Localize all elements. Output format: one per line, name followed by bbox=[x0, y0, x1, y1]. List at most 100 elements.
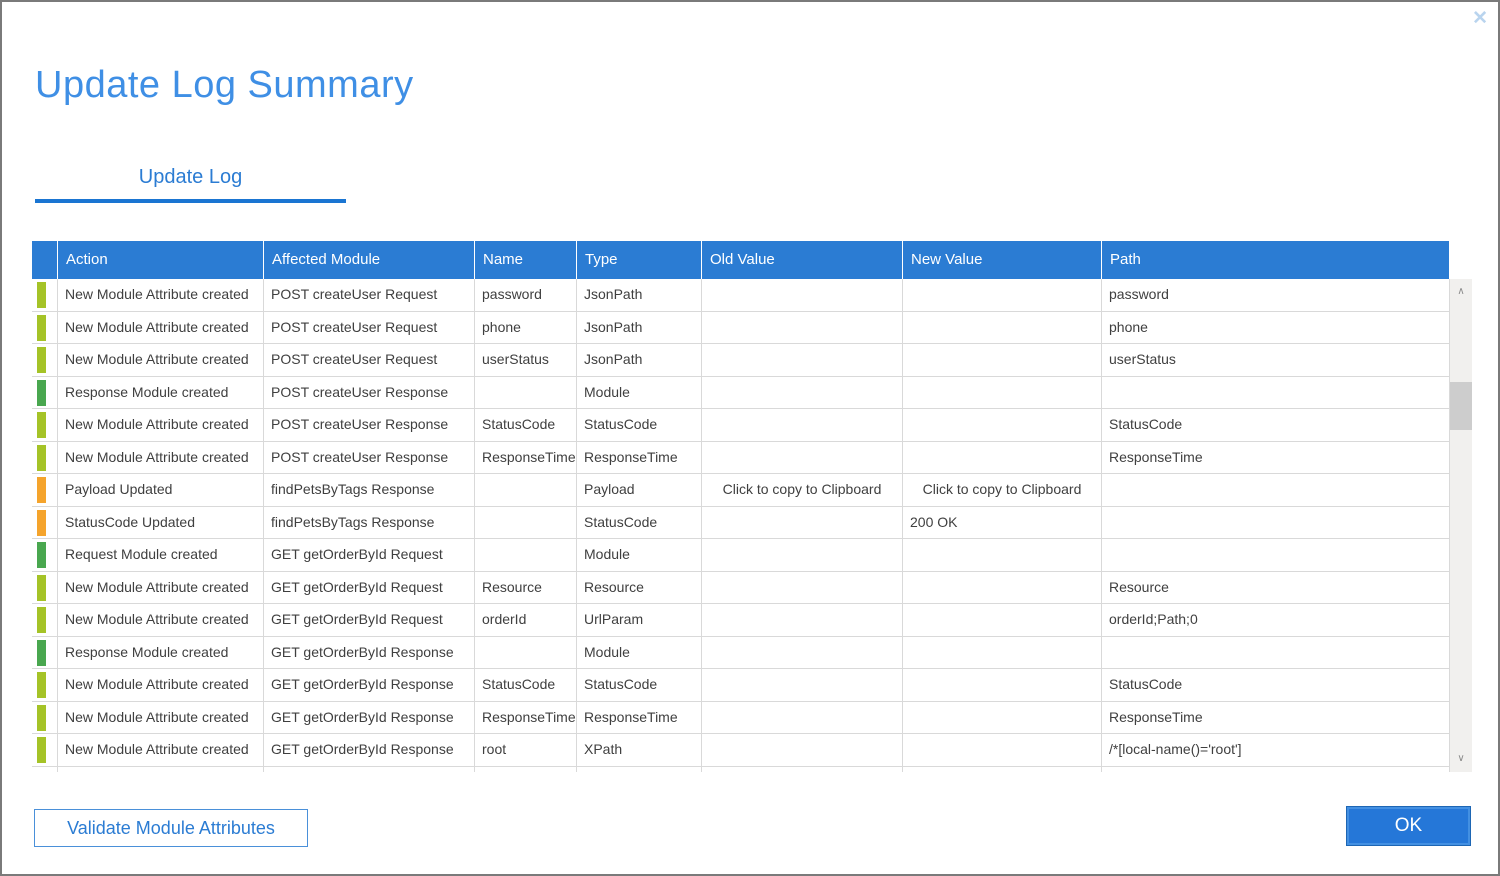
row-status-indicator bbox=[32, 312, 58, 345]
page-title: Update Log Summary bbox=[35, 64, 414, 107]
cell-module: GET getOrderById Request bbox=[264, 572, 475, 605]
yellow-green-indicator-bar bbox=[37, 737, 46, 763]
cell-path: userStatus bbox=[1102, 344, 1450, 377]
table-row: New Module Attribute createdPOST createU… bbox=[32, 279, 1450, 312]
scroll-down-icon[interactable]: ∨ bbox=[1450, 748, 1472, 770]
cell-type: JsonPath bbox=[577, 279, 702, 312]
tab-update-log[interactable]: Update Log bbox=[35, 160, 346, 203]
ok-button[interactable]: OK bbox=[1347, 807, 1470, 845]
cell-old bbox=[702, 344, 903, 377]
table-row bbox=[32, 767, 1450, 773]
cell-action: New Module Attribute created bbox=[58, 312, 264, 345]
cell-old bbox=[702, 279, 903, 312]
green-indicator-bar bbox=[37, 380, 46, 406]
column-header-path: Path bbox=[1102, 241, 1450, 279]
table-row: Payload UpdatedfindPetsByTags ResponsePa… bbox=[32, 474, 1450, 507]
table-row: New Module Attribute createdPOST createU… bbox=[32, 409, 1450, 442]
cell-path bbox=[1102, 539, 1450, 572]
row-status-indicator bbox=[32, 604, 58, 637]
cell-action: Response Module created bbox=[58, 377, 264, 410]
cell-type: UrlParam bbox=[577, 604, 702, 637]
row-status-indicator bbox=[32, 279, 58, 312]
cell-action: New Module Attribute created bbox=[58, 572, 264, 605]
cell-module: findPetsByTags Response bbox=[264, 474, 475, 507]
yellow-green-indicator-bar bbox=[37, 445, 46, 471]
validate-module-attributes-button[interactable]: Validate Module Attributes bbox=[34, 809, 308, 847]
cell-new bbox=[903, 409, 1102, 442]
table-row: New Module Attribute createdPOST createU… bbox=[32, 312, 1450, 345]
cell-action: New Module Attribute created bbox=[58, 702, 264, 735]
yellow-green-indicator-bar bbox=[37, 412, 46, 438]
cell-old[interactable]: Click to copy to Clipboard bbox=[702, 474, 903, 507]
yellow-green-indicator-bar bbox=[37, 575, 46, 601]
table-row: New Module Attribute createdPOST createU… bbox=[32, 344, 1450, 377]
cell-path bbox=[1102, 377, 1450, 410]
row-status-indicator bbox=[32, 539, 58, 572]
cell-new bbox=[903, 572, 1102, 605]
table-row: New Module Attribute createdGET getOrder… bbox=[32, 604, 1450, 637]
table-row: Request Module createdGET getOrderById R… bbox=[32, 539, 1450, 572]
cell-module: POST createUser Response bbox=[264, 409, 475, 442]
cell-new: 200 OK bbox=[903, 507, 1102, 540]
column-header-affected-module: Affected Module bbox=[264, 241, 475, 279]
cell-name: StatusCode bbox=[475, 669, 577, 702]
row-status-indicator bbox=[32, 409, 58, 442]
green-indicator-bar bbox=[37, 640, 46, 666]
cell-old bbox=[702, 604, 903, 637]
cell-name: ResponseTime bbox=[475, 442, 577, 475]
cell-name: password bbox=[475, 279, 577, 312]
cell-old bbox=[702, 377, 903, 410]
table-row: New Module Attribute createdPOST createU… bbox=[32, 442, 1450, 475]
cell-old bbox=[702, 409, 903, 442]
cell-name bbox=[475, 767, 577, 773]
cell-new bbox=[903, 344, 1102, 377]
tab-active-underline bbox=[35, 199, 346, 203]
cell-old bbox=[702, 669, 903, 702]
cell-action: New Module Attribute created bbox=[58, 604, 264, 637]
cell-new bbox=[903, 637, 1102, 670]
cell-path: StatusCode bbox=[1102, 669, 1450, 702]
cell-new bbox=[903, 377, 1102, 410]
cell-old bbox=[702, 637, 903, 670]
table-row: New Module Attribute createdGET getOrder… bbox=[32, 734, 1450, 767]
scrollbar-thumb[interactable] bbox=[1450, 382, 1472, 430]
update-log-table: Action Affected Module Name Type Old Val… bbox=[32, 241, 1472, 772]
cell-path bbox=[1102, 474, 1450, 507]
cell-module: GET getOrderById Request bbox=[264, 539, 475, 572]
cell-new bbox=[903, 604, 1102, 637]
cell-old bbox=[702, 767, 903, 773]
row-status-indicator bbox=[32, 377, 58, 410]
table-row: Response Module createdPOST createUser R… bbox=[32, 377, 1450, 410]
table-row: New Module Attribute createdGET getOrder… bbox=[32, 572, 1450, 605]
column-header-old-value: Old Value bbox=[702, 241, 903, 279]
cell-new[interactable]: Click to copy to Clipboard bbox=[903, 474, 1102, 507]
cell-module: GET getOrderById Response bbox=[264, 637, 475, 670]
cell-old bbox=[702, 442, 903, 475]
row-status-indicator bbox=[32, 767, 58, 773]
cell-path: password bbox=[1102, 279, 1450, 312]
cell-name: orderId bbox=[475, 604, 577, 637]
column-header-indicator bbox=[32, 241, 58, 279]
vertical-scrollbar[interactable]: ∧ ∨ bbox=[1450, 279, 1472, 772]
cell-module: GET getOrderById Response bbox=[264, 669, 475, 702]
cell-type: Payload bbox=[577, 474, 702, 507]
cell-old bbox=[702, 702, 903, 735]
close-icon[interactable]: ✕ bbox=[1472, 8, 1488, 30]
yellow-green-indicator-bar bbox=[37, 347, 46, 373]
row-status-indicator bbox=[32, 702, 58, 735]
cell-path: ResponseTime bbox=[1102, 702, 1450, 735]
row-status-indicator bbox=[32, 507, 58, 540]
cell-new bbox=[903, 767, 1102, 773]
scroll-up-icon[interactable]: ∧ bbox=[1450, 281, 1472, 303]
cell-name: ResponseTime bbox=[475, 702, 577, 735]
column-header-type: Type bbox=[577, 241, 702, 279]
cell-action: StatusCode Updated bbox=[58, 507, 264, 540]
cell-path bbox=[1102, 507, 1450, 540]
row-status-indicator bbox=[32, 344, 58, 377]
column-header-new-value: New Value bbox=[903, 241, 1102, 279]
cell-new bbox=[903, 734, 1102, 767]
update-log-dialog: ✕ Update Log Summary Update Log Action A… bbox=[0, 0, 1500, 876]
orange-indicator-bar bbox=[37, 477, 46, 503]
cell-type: ResponseTime bbox=[577, 702, 702, 735]
cell-name: StatusCode bbox=[475, 409, 577, 442]
